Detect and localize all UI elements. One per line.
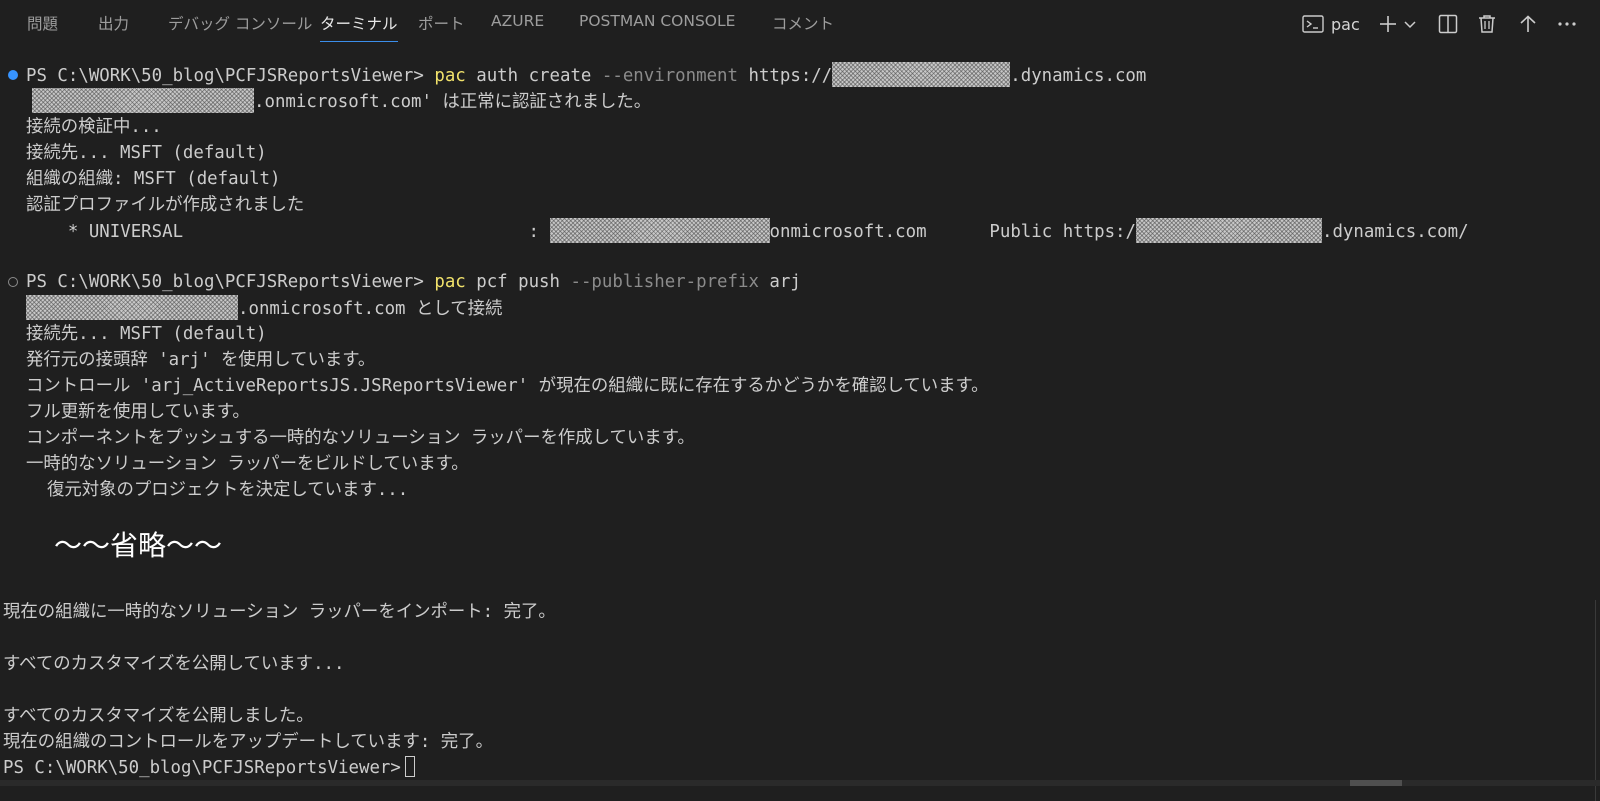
output-line: 接続先... MSFT (default) (26, 324, 267, 344)
output-line: 接続の検証中... (26, 117, 162, 137)
output-line-connect-as: .onmicrosoft.com として接続 (26, 295, 502, 321)
terminal-view[interactable]: PS C:\WORK\50_blog\PCFJSReportsViewer> p… (0, 48, 1600, 801)
more-actions-button[interactable] (1555, 10, 1579, 38)
scrollbar-thumb[interactable] (1350, 780, 1402, 786)
tab-comments[interactable]: コメント (772, 12, 834, 38)
prompt: PS C:\WORK\50_blog\PCFJSReportsViewer> (26, 66, 435, 86)
url-prefix: https:// (738, 66, 833, 86)
output-line: コンポーネントをプッシュする一時的なソリューション ラッパーを作成しています。 (26, 428, 695, 448)
auth-suffix: .onmicrosoft.com' は正常に認証されました。 (254, 92, 652, 112)
tab-problems[interactable]: 問題 (27, 12, 58, 38)
output-line: コントロール 'arj_ActiveReportsJS.JSReportsVie… (26, 376, 989, 396)
prompt: PS C:\WORK\50_blog\PCFJSReportsViewer> (26, 272, 435, 292)
terminal-icon (1302, 14, 1324, 34)
command-success-decoration[interactable] (8, 70, 18, 80)
output-line: 現在の組織のコントロールをアップデートしています: 完了。 (3, 732, 493, 752)
tab-output[interactable]: 出力 (98, 12, 129, 38)
tab-ports[interactable]: ポート (418, 12, 465, 38)
redacted-block (1135, 218, 1322, 243)
command-text: auth create (465, 66, 602, 86)
command-parameter: --publisher-prefix (570, 272, 759, 292)
output-line: 現在の組織に一時的なソリューション ラッパーをインポート: 完了。 (3, 602, 556, 622)
output-line: 発行元の接頭辞 'arj' を使用しています。 (26, 350, 376, 370)
maximize-panel-button[interactable] (1516, 10, 1540, 38)
command-line-auth-create: PS C:\WORK\50_blog\PCFJSReportsViewer> p… (26, 62, 1146, 88)
output-line: すべてのカスタマイズを公開しています... (3, 654, 345, 674)
redacted-block (26, 295, 238, 320)
command-executable: pac (434, 272, 466, 292)
command-decoration[interactable] (8, 277, 18, 287)
plus-icon (1378, 14, 1398, 34)
tab-debug-console[interactable]: デバッグ コンソール (168, 12, 312, 38)
command-executable: pac (434, 66, 466, 86)
redacted-block (549, 218, 770, 243)
command-argument: arj (758, 272, 801, 292)
chevron-down-icon (1403, 17, 1417, 31)
tab-azure[interactable]: AZURE (491, 12, 544, 38)
command-text: pcf push (465, 272, 571, 292)
output-line: 一時的なソリューション ラッパーをビルドしています。 (26, 454, 469, 474)
panel-tab-bar: 問題 出力 デバッグ コンソール ターミナル ポート AZURE POSTMAN… (0, 0, 1600, 48)
tab-terminal[interactable]: ターミナル (320, 12, 398, 42)
profile-prefix: * UNIVERSAL : (26, 222, 550, 242)
horizontal-scrollbar[interactable] (0, 780, 1600, 786)
profile-url-suffix: .dynamics.com/ (1321, 222, 1469, 242)
vertical-scrollbar[interactable] (1595, 600, 1596, 801)
omitted-annotation: 〜〜省略〜〜 (54, 529, 223, 562)
redacted-block (832, 62, 1011, 87)
terminal-name: pac (1331, 14, 1360, 34)
prompt-line[interactable]: PS C:\WORK\50_blog\PCFJSReportsViewer> (3, 755, 415, 781)
arrow-up-icon (1518, 14, 1538, 34)
output-line-authenticated: .onmicrosoft.com' は正常に認証されました。 (32, 88, 651, 114)
more-icon (1557, 14, 1577, 34)
profile-domain: onmicrosoft.com (769, 222, 927, 242)
new-terminal-button[interactable] (1376, 10, 1400, 38)
command-line-pcf-push: PS C:\WORK\50_blog\PCFJSReportsViewer> p… (26, 269, 801, 295)
split-terminal-button[interactable] (1436, 10, 1460, 38)
kill-terminal-button[interactable] (1475, 10, 1499, 38)
redacted-block (32, 88, 254, 113)
prompt: PS C:\WORK\50_blog\PCFJSReportsViewer> (3, 758, 401, 778)
output-line: 接続先... MSFT (default) (26, 143, 267, 163)
profile-public: Public https:/ (926, 222, 1136, 242)
command-parameter: --environment (601, 66, 739, 86)
trash-icon (1477, 14, 1497, 34)
output-line-profile: * UNIVERSAL : onmicrosoft.com Public htt… (26, 218, 1469, 244)
split-icon (1438, 14, 1458, 34)
terminal-cursor (404, 756, 415, 777)
output-line: フル更新を使用しています。 (26, 402, 250, 422)
terminal-selector[interactable]: pac (1302, 10, 1360, 38)
url-suffix: .dynamics.com (1010, 66, 1147, 86)
connect-suffix: .onmicrosoft.com として接続 (238, 299, 503, 319)
launch-profile-dropdown[interactable] (1402, 10, 1418, 38)
tab-postman-console[interactable]: POSTMAN CONSOLE (579, 12, 735, 38)
output-line: すべてのカスタマイズを公開しました。 (3, 706, 314, 726)
output-line: 復元対象のプロジェクトを決定しています... (26, 480, 409, 500)
output-line: 組織の組織: MSFT (default) (26, 169, 281, 189)
output-line: 認証プロファイルが作成されました (26, 195, 305, 215)
